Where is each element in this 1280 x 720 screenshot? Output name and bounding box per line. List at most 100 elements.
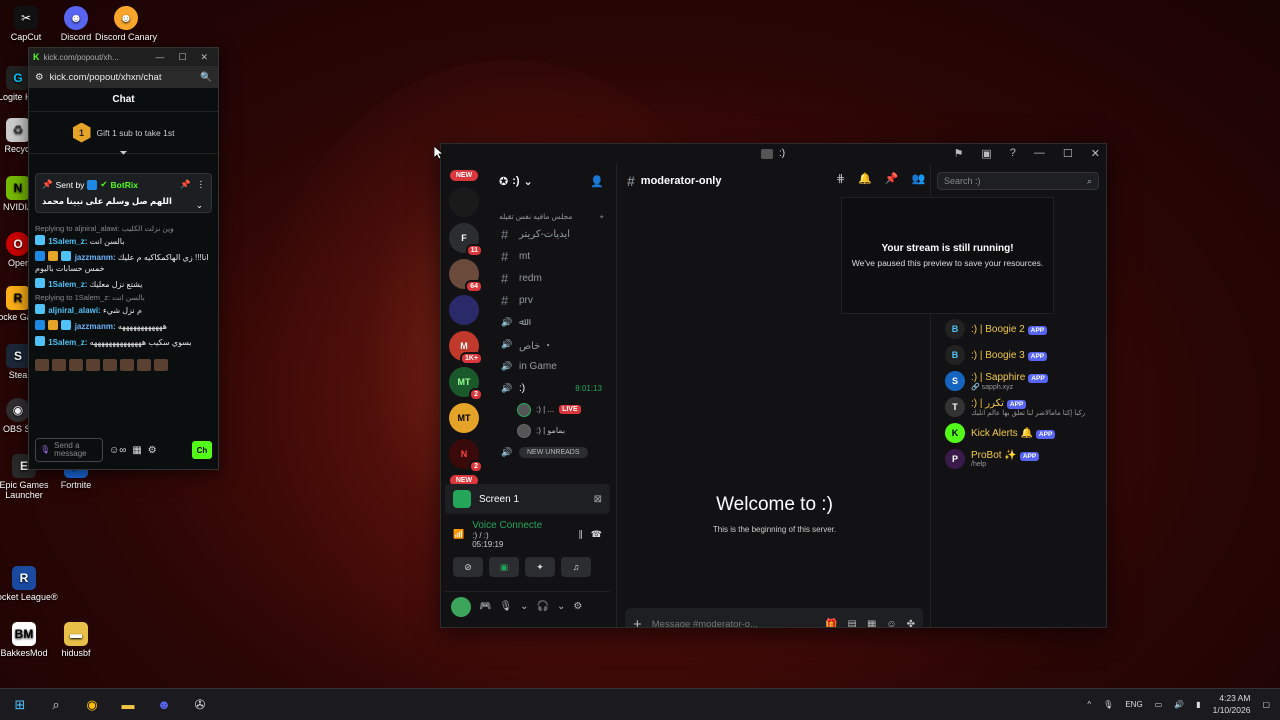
- gif-icon[interactable]: ▤: [847, 619, 856, 628]
- member-item[interactable]: K Kick Alerts 🔔 APP: [941, 420, 1106, 446]
- windows-start-icon[interactable]: ⊞: [10, 695, 30, 715]
- server-icon[interactable]: F 11: [449, 223, 483, 257]
- server-icon[interactable]: MT: [449, 403, 479, 433]
- server-icon[interactable]: [449, 295, 479, 325]
- avatar[interactable]: [451, 596, 471, 617]
- volume-icon[interactable]: 🔊: [1174, 700, 1184, 709]
- chrome-icon[interactable]: ◉: [82, 695, 102, 715]
- pin-icon[interactable]: 📌: [885, 172, 899, 185]
- activities-button[interactable]: ✦: [525, 557, 555, 577]
- chat-username[interactable]: jazzmanm:: [75, 322, 116, 331]
- screen-share-button[interactable]: ▣: [489, 557, 519, 577]
- close-preview-icon[interactable]: ⊠: [594, 494, 602, 505]
- app-icon[interactable]: ✇: [190, 695, 210, 715]
- help-icon[interactable]: ?: [1010, 147, 1016, 160]
- emote-picker-icon[interactable]: ☺∞: [109, 445, 126, 456]
- battery-icon[interactable]: ▮: [1196, 700, 1200, 709]
- minimize-icon[interactable]: —: [155, 52, 164, 63]
- server-icon[interactable]: [449, 187, 479, 217]
- channel-item[interactable]: # prv: [489, 289, 614, 311]
- member-item[interactable]: B :) | Boogie 2 APP: [941, 316, 1106, 342]
- close-icon[interactable]: ✕: [200, 52, 208, 63]
- stream-preview[interactable]: Your stream is still running! We've paus…: [841, 197, 1054, 314]
- emote-icon[interactable]: [137, 358, 151, 371]
- server-icon[interactable]: N2: [449, 439, 483, 473]
- bell-icon[interactable]: 🔔: [858, 172, 872, 185]
- voice-user[interactable]: :) | بمامو: [489, 420, 614, 441]
- maximize-icon[interactable]: ☐: [1063, 147, 1073, 160]
- voice-channel-item[interactable]: 🔊 خاص ・: [489, 333, 614, 355]
- voice-channel-item[interactable]: 🔊 NEW UNREADS: [489, 441, 614, 463]
- channel-item[interactable]: # redm: [489, 267, 614, 289]
- chat-input[interactable]: 🎙 Send a message: [35, 438, 103, 462]
- gift-icon[interactable]: 🎁: [825, 619, 837, 628]
- microphone-icon[interactable]: 🎙: [1103, 700, 1113, 709]
- zoom-icon[interactable]: 🔍: [200, 72, 212, 83]
- disconnect-icon[interactable]: ☎: [591, 529, 602, 540]
- members-icon[interactable]: 👥: [912, 172, 926, 185]
- network-icon[interactable]: ▭: [1155, 700, 1163, 709]
- language-indicator[interactable]: ENG: [1125, 700, 1142, 709]
- emote-icon[interactable]: [69, 358, 83, 371]
- camera-off-button[interactable]: ⊘: [453, 557, 483, 577]
- pinned-message[interactable]: 📌 Sent by ✔ BotRix اللهم صل وسلم على نبي…: [35, 173, 212, 213]
- member-item[interactable]: T :) | تكرر APP ركبا إكنا مامالاضر لنا تعل…: [941, 394, 1106, 420]
- voice-channel-item[interactable]: 🔊 in Game: [489, 355, 614, 377]
- member-item[interactable]: B :) | Boogie 3 APP: [941, 342, 1106, 368]
- emote-icon[interactable]: [35, 358, 49, 371]
- emote-icon[interactable]: [120, 358, 134, 371]
- headphones-icon[interactable]: 🎧: [537, 601, 549, 612]
- microphone-icon[interactable]: 🎙: [499, 601, 512, 612]
- voice-user[interactable]: :) | ... LIVE: [489, 399, 614, 420]
- emote-icon[interactable]: [154, 358, 168, 371]
- send-button[interactable]: Ch: [192, 441, 212, 459]
- desktop-icon-rocket-league[interactable]: R Rocket League®: [0, 566, 58, 602]
- signal-icon[interactable]: 📶: [453, 529, 464, 540]
- close-icon[interactable]: ✕: [1091, 147, 1100, 160]
- kick-url-bar[interactable]: ⚙ kick.com/popout/xhxn/chat 🔍: [29, 66, 218, 88]
- member-item[interactable]: S :) | Sapphire APP 🔗 sapph.xyz: [941, 368, 1106, 394]
- bot-name[interactable]: BotRix: [111, 180, 138, 190]
- server-icon[interactable]: M 1K+: [449, 331, 483, 365]
- desktop-icon-discord-canary[interactable]: ☻ Discord Canary: [92, 6, 160, 42]
- inbox-icon[interactable]: ▣: [981, 147, 991, 160]
- emote-icon[interactable]: [52, 358, 66, 371]
- chat-username[interactable]: 1Salem_z:: [48, 338, 87, 347]
- screen-share-card[interactable]: Screen 1 ⊠: [445, 484, 610, 514]
- channel-category[interactable]: مجلس مافيه نفس تقيله +: [489, 198, 614, 223]
- member-item[interactable]: P ProBot ✨ APP/help: [941, 446, 1106, 472]
- chevron-down-icon[interactable]: ⌄: [520, 601, 528, 612]
- more-options-icon[interactable]: ⋮: [197, 179, 206, 190]
- filter-icon[interactable]: ⏷: [29, 148, 218, 159]
- emote-icon[interactable]: [103, 358, 117, 371]
- soundboard-button[interactable]: ♫: [561, 557, 591, 577]
- sticker-icon[interactable]: ▦: [867, 619, 876, 628]
- search-icon[interactable]: ⌕: [46, 695, 66, 715]
- server-icon[interactable]: 64: [449, 259, 483, 293]
- notification-icon[interactable]: ▢: [1262, 700, 1270, 709]
- channel-item[interactable]: # mt: [489, 245, 614, 267]
- voice-status[interactable]: Voice Connecte: [472, 520, 542, 531]
- minimize-icon[interactable]: —: [1034, 147, 1045, 160]
- site-info-icon[interactable]: ⚙: [35, 72, 44, 83]
- file-explorer-icon[interactable]: ▬: [118, 695, 138, 715]
- apps-icon[interactable]: ✤: [907, 619, 915, 628]
- chat-username[interactable]: jazzmanm:: [75, 253, 116, 262]
- pin-icon[interactable]: 📌: [180, 179, 191, 190]
- chevron-down-icon[interactable]: ⌄: [196, 200, 203, 211]
- settings-icon[interactable]: ⚙: [573, 601, 582, 612]
- search-input[interactable]: Search :) ⌕: [937, 172, 1099, 190]
- emote-icon[interactable]: [86, 358, 100, 371]
- chevron-down-icon[interactable]: ⌄: [557, 601, 565, 612]
- add-channel-icon[interactable]: +: [600, 212, 604, 221]
- flag-icon[interactable]: ⚑: [954, 147, 964, 160]
- message-composer[interactable]: + Message #moderator-o... 🎁 ▤ ▦ ☺ ✤: [625, 608, 923, 628]
- maximize-icon[interactable]: ☐: [178, 52, 186, 63]
- add-member-icon[interactable]: 👤: [590, 175, 604, 188]
- game-icon[interactable]: 🎮: [479, 601, 491, 612]
- channel-item[interactable]: # ايديات-كريتر: [489, 223, 614, 245]
- settings-icon[interactable]: ⚙: [148, 445, 157, 456]
- noise-suppression-icon[interactable]: ∥: [578, 529, 583, 540]
- chat-username[interactable]: aljniral_alawi:: [48, 306, 100, 315]
- plus-icon[interactable]: +: [633, 616, 642, 628]
